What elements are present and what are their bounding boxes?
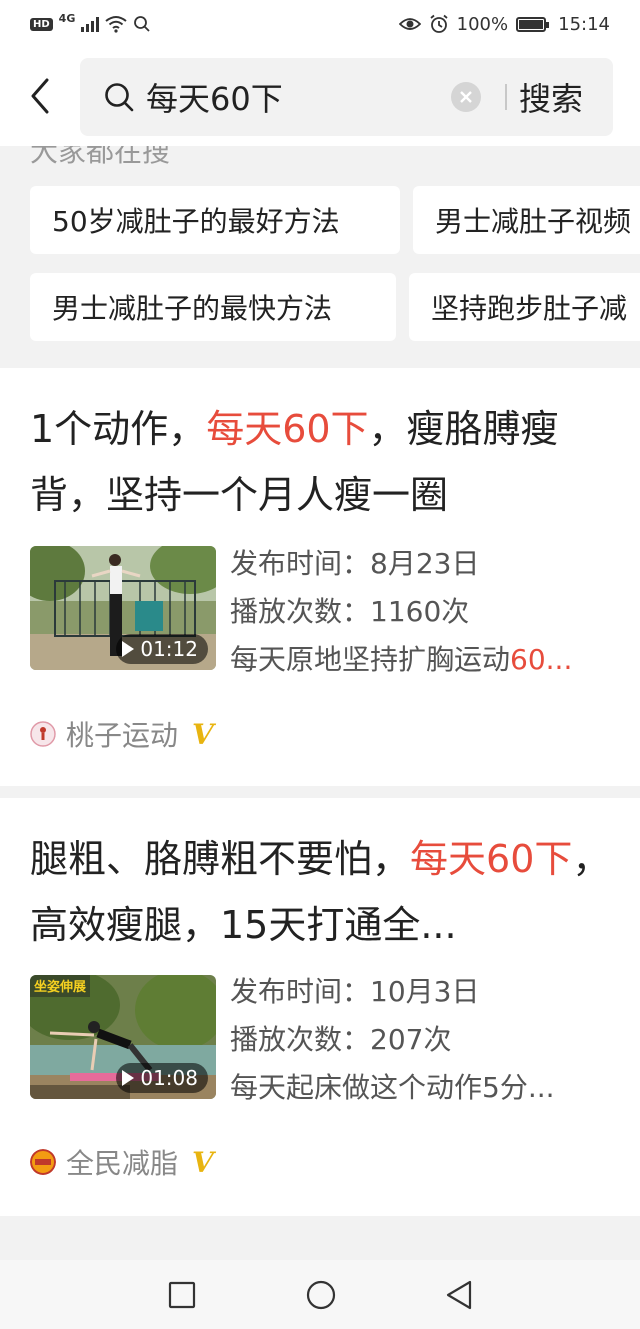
publish-label: 发布时间： <box>230 547 371 580</box>
publish-label: 发布时间： <box>230 975 371 1008</box>
back-nav-button[interactable] <box>446 1280 472 1310</box>
status-left: HD 4G <box>30 11 151 33</box>
search-chip[interactable]: 坚持跑步肚子减 <box>409 273 640 341</box>
video-description: 每天原地坚持扩胸运动60... <box>230 636 615 684</box>
chevron-left-icon <box>31 78 49 114</box>
verified-badge: V <box>192 717 214 751</box>
video-title[interactable]: 腿粗、胳膊粗不要怕，每天60下，高效瘦腿，15天打通全... <box>30 826 615 958</box>
play-icon <box>122 641 135 657</box>
home-button[interactable] <box>306 1280 336 1310</box>
publish-time: 发布时间：8月23日 <box>230 540 615 588</box>
play-duration: 01:12 <box>116 634 208 664</box>
popular-searches: 大家都在搜 50岁减肚子的最好方法 男士减肚子视频 男士减肚子的最快方法 坚持跑… <box>0 146 640 368</box>
desc-text: 每天起床做这个动作5分... <box>230 1071 555 1104</box>
search-chip[interactable]: 50岁减肚子的最好方法 <box>30 186 400 254</box>
publish-date: 10月3日 <box>370 975 480 1008</box>
avatar <box>30 721 56 747</box>
signal-icon <box>81 16 100 32</box>
plays-label: 播放次数： <box>230 1023 371 1056</box>
search-chip[interactable]: 男士减肚子的最快方法 <box>30 273 396 341</box>
battery-icon <box>516 16 550 32</box>
back-button[interactable] <box>22 72 58 120</box>
search-status-icon <box>134 16 150 32</box>
status-bar: HD 4G 100% 15:14 <box>0 0 640 48</box>
system-nav-bar <box>0 1260 640 1329</box>
clock: 15:14 <box>558 13 610 35</box>
plays-value: 207次 <box>370 1023 452 1056</box>
wifi-icon <box>105 16 127 33</box>
desc-text: 每天原地坚持扩胸运动 <box>230 643 511 676</box>
title-highlight: 每天60下 <box>410 837 573 881</box>
search-input[interactable]: 每天60下 <box>146 74 451 120</box>
plays-value: 1160次 <box>370 595 470 628</box>
play-duration: 01:08 <box>116 1063 208 1093</box>
battery-percent: 100% <box>456 13 509 35</box>
eye-icon <box>398 18 421 30</box>
title-text: 腿粗、胳膊粗不要怕， <box>30 837 411 881</box>
video-card[interactable]: 1个动作，每天60下，瘦胳膊瘦背，坚持一个月人瘦一圈 01:12 发布时间：8月… <box>0 368 640 786</box>
author[interactable]: 桃子运动 V <box>30 714 214 754</box>
network-type: 4G <box>58 11 76 25</box>
publish-time: 发布时间：10月3日 <box>230 968 615 1016</box>
avatar <box>30 1149 56 1175</box>
status-right: 100% 15:14 <box>398 13 610 35</box>
divider <box>504 84 507 110</box>
svg-text:坐姿伸展: 坐姿伸展 <box>34 979 87 995</box>
play-icon <box>122 1070 135 1086</box>
alarm-icon <box>430 14 448 33</box>
clear-icon[interactable] <box>450 82 481 112</box>
popular-title: 大家都在搜 <box>30 146 171 168</box>
plays-label: 播放次数： <box>230 595 371 628</box>
author-name[interactable]: 桃子运动 <box>66 714 178 754</box>
play-count: 播放次数：1160次 <box>230 588 615 636</box>
video-thumbnail[interactable]: 坐姿伸展 01:08 <box>30 975 216 1099</box>
duration: 01:08 <box>140 1066 198 1090</box>
video-title[interactable]: 1个动作，每天60下，瘦胳膊瘦背，坚持一个月人瘦一圈 <box>30 396 615 528</box>
search-chip[interactable]: 男士减肚子视频 <box>413 186 640 254</box>
desc-highlight: 60... <box>510 643 573 676</box>
video-thumbnail[interactable]: 01:12 <box>30 546 216 670</box>
author[interactable]: 全民减脂 V <box>30 1142 214 1182</box>
verified-badge: V <box>192 1145 214 1179</box>
search-header: 每天60下 搜索 <box>0 48 640 146</box>
search-box[interactable]: 每天60下 搜索 <box>80 58 613 136</box>
title-text: 1个动作， <box>30 407 207 451</box>
video-card[interactable]: 腿粗、胳膊粗不要怕，每天60下，高效瘦腿，15天打通全... 坐姿伸展 01:0… <box>0 798 640 1216</box>
duration: 01:12 <box>140 637 198 661</box>
play-count: 播放次数：207次 <box>230 1016 615 1064</box>
hd-badge: HD <box>30 17 53 31</box>
search-button[interactable]: 搜索 <box>519 74 583 120</box>
author-name[interactable]: 全民减脂 <box>66 1142 178 1182</box>
publish-date: 8月23日 <box>370 547 480 580</box>
recent-apps-button[interactable] <box>168 1281 196 1309</box>
search-icon <box>102 80 136 114</box>
video-description: 每天起床做这个动作5分... <box>230 1064 615 1112</box>
title-highlight: 每天60下 <box>206 407 369 451</box>
